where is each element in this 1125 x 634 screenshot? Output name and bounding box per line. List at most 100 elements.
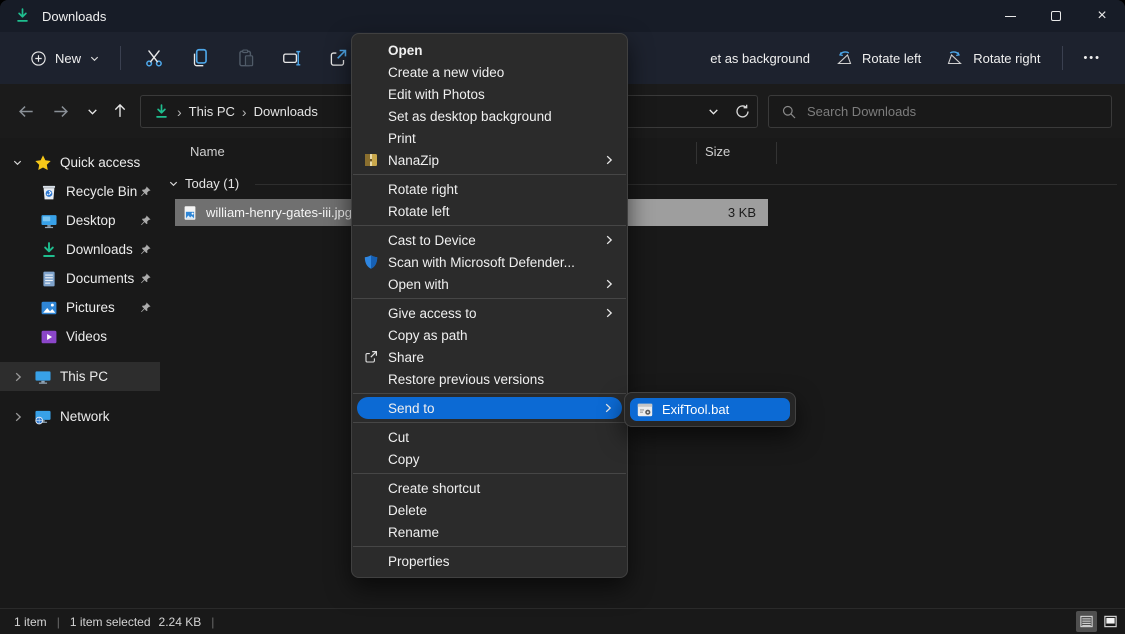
chevron-right-icon[interactable] xyxy=(12,371,24,383)
context-menu-item-rotate-left[interactable]: Rotate left xyxy=(352,200,627,222)
plus-circle-icon xyxy=(30,50,47,67)
back-button[interactable] xyxy=(12,97,40,125)
context-menu-item-set-as-desktop-background[interactable]: Set as desktop background xyxy=(352,105,627,127)
column-header-name[interactable]: Name xyxy=(190,144,225,159)
context-menu-item-restore-previous-versions[interactable]: Restore previous versions xyxy=(352,368,627,390)
new-button[interactable]: New xyxy=(20,44,110,73)
rotate-left-button[interactable]: Rotate left xyxy=(822,42,933,74)
minimize-button[interactable] xyxy=(987,0,1033,32)
menu-item-label: Print xyxy=(388,131,416,146)
context-menu-item-properties[interactable]: Properties xyxy=(352,550,627,572)
context-menu-item-send-to[interactable]: Send to xyxy=(357,397,622,419)
context-menu-item-create-shortcut[interactable]: Create shortcut xyxy=(352,477,627,499)
context-menu-item-scan-with-microsoft-defender[interactable]: Scan with Microsoft Defender... xyxy=(352,251,627,273)
bat-file-icon xyxy=(637,403,653,417)
context-menu-item-rotate-right[interactable]: Rotate right xyxy=(352,178,627,200)
chevron-right-icon xyxy=(603,278,615,290)
cut-icon xyxy=(143,47,165,69)
context-menu-item-rename[interactable]: Rename xyxy=(352,521,627,543)
sidebar-item-label: This PC xyxy=(60,369,108,384)
sidebar-item-videos[interactable]: Videos xyxy=(0,322,160,351)
context-menu-item-edit-with-photos[interactable]: Edit with Photos xyxy=(352,83,627,105)
rotate-right-button[interactable]: Rotate right xyxy=(933,42,1052,74)
forward-button[interactable] xyxy=(46,97,74,125)
file-row-size-cell[interactable]: 3 KB xyxy=(628,199,768,226)
menu-item-label: Copy as path xyxy=(388,328,468,343)
cut-button[interactable] xyxy=(131,40,177,76)
chevron-down-icon xyxy=(168,178,179,189)
context-menu-item-open-with[interactable]: Open with xyxy=(352,273,627,295)
location-download-icon xyxy=(153,103,170,120)
breadcrumb-this-pc[interactable]: This PC xyxy=(189,104,235,119)
submenu-item-exiftool-bat[interactable]: ExifTool.bat xyxy=(630,398,790,421)
column-header-size[interactable]: Size xyxy=(705,144,730,159)
recent-locations-button[interactable] xyxy=(78,97,106,125)
menu-separator xyxy=(353,298,626,299)
search-box[interactable] xyxy=(768,95,1112,128)
menu-item-label: Share xyxy=(388,350,424,365)
context-menu-item-copy-as-path[interactable]: Copy as path xyxy=(352,324,627,346)
sidebar-item-label: Videos xyxy=(66,329,107,344)
details-view-button[interactable] xyxy=(1076,611,1097,632)
menu-item-label: Create shortcut xyxy=(388,481,480,496)
refresh-button[interactable] xyxy=(734,103,751,120)
chevron-down-icon xyxy=(86,105,99,118)
sidebar-item-label: Network xyxy=(60,409,110,424)
address-dropdown-button[interactable] xyxy=(707,105,720,118)
chevron-down-icon xyxy=(89,53,100,64)
recycle-bin-icon xyxy=(40,183,58,201)
sidebar-item-label: Downloads xyxy=(66,242,133,257)
search-input[interactable] xyxy=(807,104,1077,119)
maximize-button[interactable] xyxy=(1033,0,1079,32)
desktop-icon xyxy=(40,212,58,230)
copy-button[interactable] xyxy=(177,40,223,76)
sidebar-item-pictures[interactable]: Pictures xyxy=(0,293,160,322)
context-menu-item-give-access-to[interactable]: Give access to xyxy=(352,302,627,324)
context-menu-item-share[interactable]: Share xyxy=(352,346,627,368)
sidebar-item-desktop[interactable]: Desktop xyxy=(0,206,160,235)
context-menu-item-cut[interactable]: Cut xyxy=(352,426,627,448)
context-menu-item-copy[interactable]: Copy xyxy=(352,448,627,470)
sidebar-item-network[interactable]: Network xyxy=(0,402,160,431)
chevron-right-icon xyxy=(602,402,614,414)
paste-button[interactable] xyxy=(223,40,269,76)
column-divider[interactable] xyxy=(696,142,697,164)
rename-button[interactable] xyxy=(269,40,315,76)
group-header-today[interactable]: Today (1) xyxy=(168,176,239,191)
sidebar-item-quick-access[interactable]: Quick access xyxy=(0,148,160,177)
context-menu-item-print[interactable]: Print xyxy=(352,127,627,149)
sidebar-item-recycle-bin[interactable]: Recycle Bin xyxy=(0,177,160,206)
sidebar-item-downloads[interactable]: Downloads xyxy=(0,235,160,264)
chevron-right-icon[interactable] xyxy=(12,411,24,423)
rotate-right-icon xyxy=(945,48,965,68)
menu-item-label: Properties xyxy=(388,554,450,569)
sidebar-item-documents[interactable]: Documents xyxy=(0,264,160,293)
context-menu-item-create-a-new-video[interactable]: Create a new video xyxy=(352,61,627,83)
nanazip-icon xyxy=(363,152,379,168)
rename-icon xyxy=(281,47,303,69)
chevron-right-icon xyxy=(603,154,615,166)
back-arrow-icon xyxy=(17,102,36,121)
menu-separator xyxy=(353,225,626,226)
close-button[interactable]: × xyxy=(1079,0,1125,32)
star-icon xyxy=(34,154,52,172)
menu-item-label: Edit with Photos xyxy=(388,87,485,102)
context-menu-item-delete[interactable]: Delete xyxy=(352,499,627,521)
up-button[interactable] xyxy=(106,97,134,125)
thumbnail-view-button[interactable] xyxy=(1100,611,1121,632)
context-menu-item-nanazip[interactable]: NanaZip xyxy=(352,149,627,171)
context-menu-item-cast-to-device[interactable]: Cast to Device xyxy=(352,229,627,251)
menu-item-label: Give access to xyxy=(388,306,477,321)
context-menu-item-open[interactable]: Open xyxy=(352,39,627,61)
context-menu: OpenCreate a new video Edit with Photos Se… xyxy=(351,33,628,578)
set-as-background-button[interactable]: et as background xyxy=(698,45,822,72)
menu-item-label: Scan with Microsoft Defender... xyxy=(388,255,575,270)
chevron-down-icon[interactable] xyxy=(12,157,24,169)
sidebar-item-this-pc[interactable]: This PC xyxy=(0,362,160,391)
menu-item-label: Open with xyxy=(388,277,449,292)
file-size: 3 KB xyxy=(728,205,756,220)
column-divider[interactable] xyxy=(776,142,777,164)
see-more-button[interactable]: ••• xyxy=(1073,46,1111,70)
rotate-left-label: Rotate left xyxy=(862,51,921,66)
breadcrumb-downloads[interactable]: Downloads xyxy=(254,104,318,119)
